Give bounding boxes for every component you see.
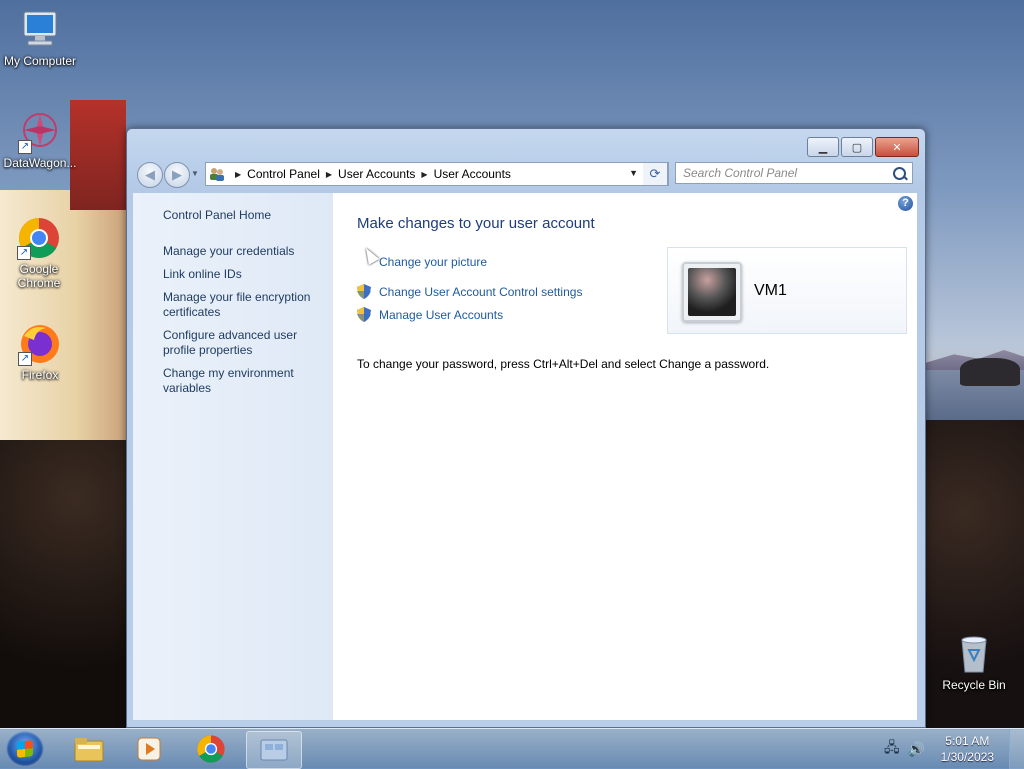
desktop-icon-label: Google Chrome [17, 262, 61, 290]
user-accounts-icon [209, 167, 225, 181]
desktop-icon-google-chrome[interactable]: ↗ Google Chrome [0, 216, 78, 290]
window-caption-buttons: ▁ ▢ ✕ [805, 137, 919, 157]
search-placeholder: Search Control Panel [683, 166, 798, 180]
desktop-icon-firefox[interactable]: ↗ Firefox [0, 322, 80, 382]
firefox-icon: ↗ [18, 322, 62, 366]
user-accounts-window: ▁ ▢ ✕ ◀ ▶ ▼ ▶ Control Panel ▶ User Accou… [126, 128, 926, 728]
link-online-ids-link[interactable]: Link online IDs [163, 267, 323, 282]
change-environment-variables-link[interactable]: Change my environment variables [163, 366, 323, 396]
network-icon[interactable]: 🖧 [884, 737, 900, 761]
navigation-bar: ◀ ▶ ▼ ▶ Control Panel ▶ User Accounts ▶ … [135, 160, 917, 188]
uac-shield-icon [357, 307, 371, 322]
change-picture-link[interactable]: Change your picture [379, 255, 487, 269]
desktop-wallpaper-cliff [0, 440, 126, 730]
computer-icon [18, 8, 62, 52]
shortcut-arrow-icon: ↗ [17, 246, 31, 260]
turntable-picture-icon [688, 268, 736, 316]
back-button[interactable]: ◀ [137, 162, 163, 188]
breadcrumb-control-panel[interactable]: Control Panel [247, 167, 320, 181]
recent-pages-dropdown[interactable]: ▼ [191, 169, 199, 178]
page-title: Make changes to your user account [357, 215, 595, 232]
windows-logo-icon [17, 740, 33, 758]
breadcrumb-user-accounts[interactable]: User Accounts [338, 167, 415, 181]
user-account-card: VM1 [667, 247, 907, 334]
manage-user-accounts-link[interactable]: Manage User Accounts [357, 307, 503, 322]
minimize-button[interactable]: ▁ [807, 137, 839, 157]
control-panel-home-link[interactable]: Control Panel Home [163, 208, 323, 223]
desktop-icon-label: My Computer [3, 54, 77, 68]
password-hint-text: To change your password, press Ctrl+Alt+… [357, 357, 770, 371]
breadcrumb-separator-icon[interactable]: ▶ [326, 170, 332, 179]
chrome-icon: ↗ [17, 216, 61, 260]
avatar[interactable] [682, 262, 742, 322]
desktop-icon-label: Firefox [21, 368, 59, 382]
search-icon[interactable] [893, 167, 906, 180]
maximize-button[interactable]: ▢ [841, 137, 873, 157]
change-uac-settings-link[interactable]: Change User Account Control settings [357, 284, 582, 299]
breadcrumb-separator-icon[interactable]: ▶ [235, 170, 241, 179]
taskbar-clock[interactable]: 5:01 AM 1/30/2023 [941, 733, 994, 765]
account-name: VM1 [754, 282, 787, 299]
forward-button[interactable]: ▶ [164, 162, 190, 188]
breadcrumb-separator-icon[interactable]: ▶ [421, 170, 427, 179]
taskbar-chrome-button[interactable] [184, 731, 238, 767]
configure-profile-properties-link[interactable]: Configure advanced user profile properti… [163, 328, 323, 358]
desktop-icon-datawagon[interactable]: ↗ DataWagon... [0, 110, 80, 170]
breadcrumb-user-accounts-current[interactable]: User Accounts [434, 167, 511, 181]
address-dropdown-icon[interactable]: ▼ [629, 168, 638, 178]
change-uac-settings-label[interactable]: Change User Account Control settings [379, 285, 582, 299]
uac-shield-icon [357, 284, 371, 299]
chrome-icon [197, 735, 225, 763]
datawagon-logo-icon: ↗ [18, 110, 62, 154]
taskbar-explorer-button[interactable] [62, 731, 116, 767]
clock-time: 5:01 AM [945, 734, 990, 748]
media-player-icon [137, 737, 161, 761]
search-input[interactable]: Search Control Panel [675, 162, 913, 184]
taskbar-control-panel-button[interactable] [246, 731, 302, 769]
volume-icon[interactable]: 🔊 [908, 741, 925, 758]
shortcut-arrow-icon: ↗ [18, 140, 32, 154]
help-icon[interactable]: ? [898, 196, 913, 211]
manage-user-accounts-label[interactable]: Manage User Accounts [379, 308, 503, 322]
taskbar: 🖧 🔊 5:01 AM 1/30/2023 [0, 728, 1024, 769]
desktop-wallpaper-island [960, 358, 1020, 386]
control-panel-icon [260, 739, 288, 761]
recycle-bin-icon [952, 632, 996, 676]
refresh-button[interactable]: ⟳ [643, 162, 668, 186]
show-desktop-button[interactable] [1009, 729, 1024, 769]
left-pane: Control Panel Home Manage your credentia… [133, 193, 333, 720]
change-picture-label[interactable]: Change your picture [379, 255, 487, 269]
desktop-icon-label: DataWagon... [3, 156, 77, 170]
close-button[interactable]: ✕ [875, 137, 919, 157]
desktop-icon-recycle-bin[interactable]: Recycle Bin [934, 632, 1014, 692]
manage-credentials-link[interactable]: Manage your credentials [163, 244, 323, 259]
folder-icon [74, 738, 104, 762]
system-tray: 🖧 🔊 [884, 737, 925, 761]
desktop-icon-label: Recycle Bin [942, 678, 1006, 692]
shortcut-arrow-icon: ↗ [18, 352, 32, 366]
start-button[interactable] [6, 731, 44, 767]
clock-date: 1/30/2023 [940, 750, 994, 764]
content-area: Control Panel Home Manage your credentia… [133, 193, 917, 720]
taskbar-media-player-button[interactable] [122, 731, 176, 767]
manage-encryption-certificates-link[interactable]: Manage your file encryption certificates [163, 290, 323, 320]
address-bar[interactable]: ▶ Control Panel ▶ User Accounts ▶ User A… [205, 162, 669, 186]
desktop-icon-my-computer[interactable]: My Computer [0, 8, 80, 68]
